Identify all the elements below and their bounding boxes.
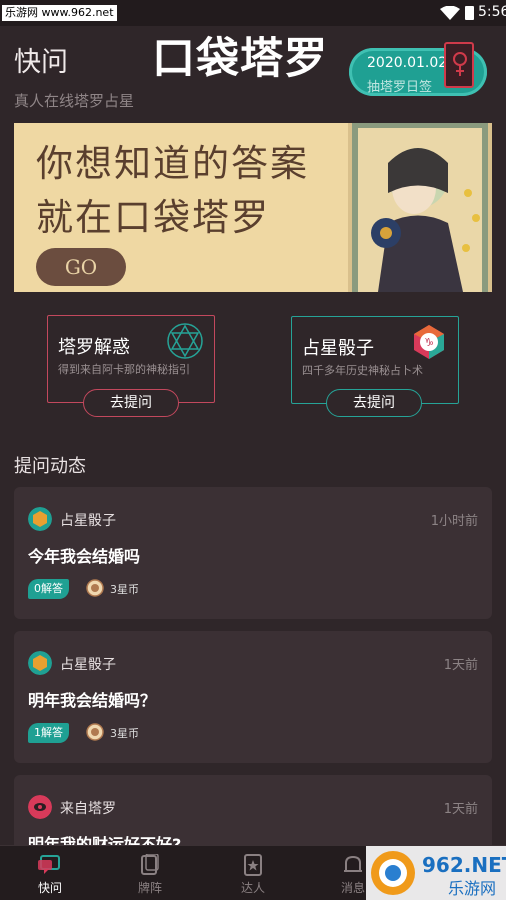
coin-reward: 3星币 (110, 583, 139, 596)
cards-icon (141, 854, 159, 875)
question-time: 1小时前 (430, 514, 478, 529)
question-source: 占星骰子 (60, 513, 116, 529)
star-card-icon (244, 854, 262, 876)
coin-reward: 3星币 (110, 727, 139, 740)
dice-avatar-icon (28, 507, 52, 531)
tarot-answer-title: 塔罗解惑 (58, 337, 130, 358)
tarot-answer-desc: 得到来自阿卡那的神秘指引 (58, 363, 190, 376)
section-title: 提问动态 (14, 456, 86, 477)
dice-ask-button[interactable]: 去提问 (326, 389, 422, 417)
svg-text:♑: ♑ (424, 336, 434, 349)
tab-spreads[interactable]: 牌阵 (110, 846, 190, 900)
star-coin-icon (86, 579, 104, 597)
chat-icon (38, 855, 60, 874)
zodiac-dice-icon: ♑ (414, 325, 444, 359)
tab-label: 快问 (37, 881, 62, 895)
status-bar: 乐游网 www.962.net 5:56 (0, 0, 506, 26)
hexagram-icon (167, 323, 203, 359)
zodiac-dice-desc: 四千多年历史神秘占卜术 (302, 364, 423, 377)
tab-label: 达人 (240, 881, 265, 895)
question-card[interactable]: 占星骰子 1小时前 今年我会结婚吗 0解答 3星币 (14, 487, 492, 619)
tarot-illustration (348, 123, 492, 292)
question-time: 1天前 (443, 802, 478, 817)
status-time: 5:56 (478, 4, 506, 20)
promo-banner[interactable]: 你想知道的答案 就在口袋塔罗 GO (14, 123, 492, 292)
app-name: 口袋塔罗 (152, 34, 328, 84)
banner-line1: 你想知道的答案 (36, 142, 309, 185)
question-time: 1天前 (443, 658, 478, 673)
zodiac-dice-title: 占星骰子 (302, 338, 374, 359)
tab-experts[interactable]: 达人 (213, 846, 293, 900)
bell-icon (344, 855, 362, 872)
tarot-ask-button[interactable]: 去提问 (83, 389, 179, 417)
answer-count-badge: 0解答 (28, 579, 69, 599)
tarot-avatar-icon (28, 795, 52, 819)
page-subtitle: 真人在线塔罗占星 (14, 92, 135, 110)
question-source: 来自塔罗 (60, 801, 116, 817)
daily-label: 抽塔罗日签 (367, 80, 433, 95)
site-watermark-logo: 962.NET 乐游网 (366, 846, 506, 900)
tab-label: 牌阵 (137, 881, 162, 895)
question-source: 占星骰子 (60, 657, 116, 673)
daily-date: 2020.01.02 (367, 55, 448, 71)
question-text: 今年我会结婚吗 (28, 547, 141, 566)
watermark-badge: 乐游网 www.962.net (2, 5, 117, 21)
go-button[interactable]: GO (36, 248, 126, 286)
watermark-brand: 962.NET (422, 853, 506, 877)
battery-icon (465, 6, 474, 20)
star-coin-icon (86, 723, 104, 741)
page-title: 快问 (14, 47, 68, 78)
tarot-card-icon[interactable] (444, 42, 474, 88)
banner-line2: 就在口袋塔罗 (36, 196, 270, 239)
question-text: 明年我会结婚吗？ (28, 691, 157, 710)
question-card[interactable]: 占星骰子 1天前 明年我会结婚吗？ 1解答 3星币 (14, 631, 492, 763)
watermark-site: 乐游网 (448, 879, 496, 898)
wifi-icon (440, 6, 460, 20)
answer-count-badge: 1解答 (28, 723, 69, 743)
dice-avatar-icon (28, 651, 52, 675)
tab-quick-ask[interactable]: 快问 (10, 846, 90, 900)
